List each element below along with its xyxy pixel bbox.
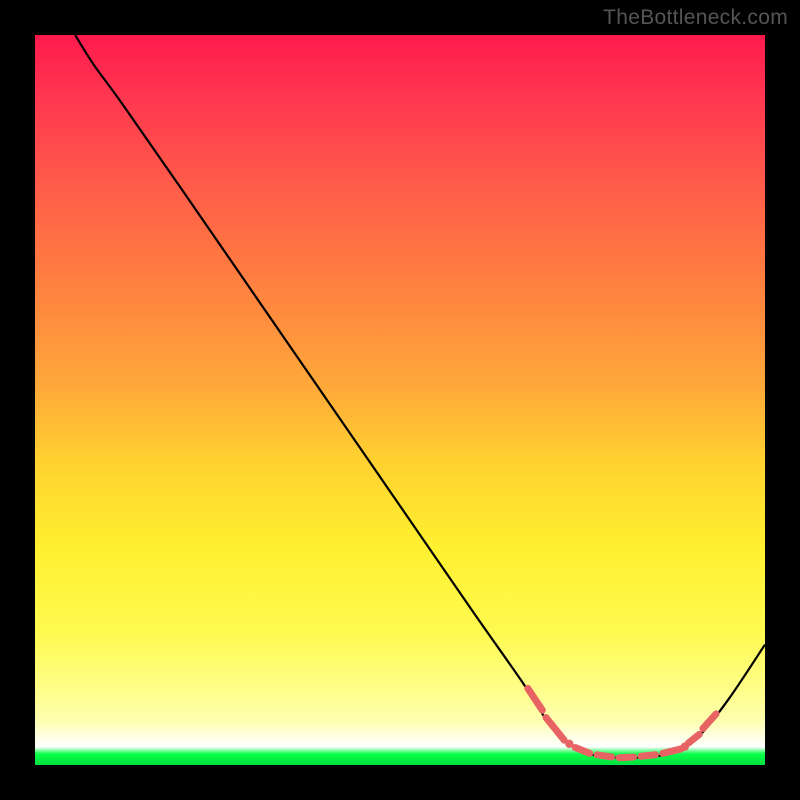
chart-frame: TheBottleneck.com	[0, 0, 800, 800]
highlight-dash	[619, 757, 634, 758]
highlight-dot	[681, 743, 689, 751]
highlight-dash	[641, 755, 656, 756]
chart-svg	[35, 35, 765, 765]
highlight-dash	[528, 688, 543, 710]
highlight-dash	[597, 755, 612, 757]
highlight-dash	[663, 749, 681, 753]
highlight-dot	[565, 740, 573, 748]
highlight-dash	[688, 734, 699, 743]
bottleneck-curve	[75, 35, 765, 758]
watermark-text: TheBottleneck.com	[603, 6, 788, 30]
highlight-dash	[575, 747, 590, 753]
highlight-dash	[546, 718, 564, 741]
highlight-dash	[703, 714, 716, 729]
